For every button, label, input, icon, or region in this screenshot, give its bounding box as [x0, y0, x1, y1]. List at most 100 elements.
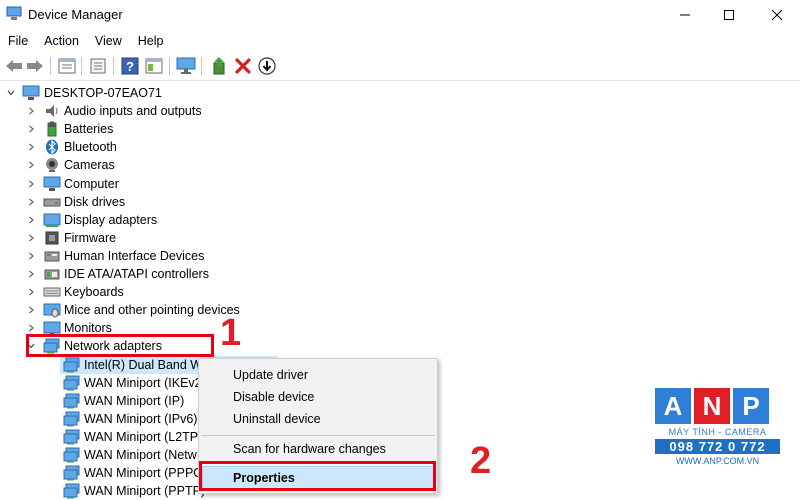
- tree-category-label: Batteries: [64, 122, 114, 137]
- tree-category[interactable]: Keyboards: [0, 283, 300, 301]
- annotation-box-properties: [199, 461, 436, 491]
- network-adapter-label: WAN Miniport (IPv6): [84, 411, 198, 426]
- mouse-icon: [43, 303, 61, 318]
- annotation-step-2: 2: [470, 440, 492, 482]
- forward-button[interactable]: [25, 56, 45, 76]
- tree-root[interactable]: DESKTOP-07EAO71: [0, 84, 300, 102]
- toolbar-separator: [169, 57, 170, 75]
- tree-category-label: Display adapters: [64, 212, 158, 227]
- menu-file[interactable]: File: [0, 31, 36, 51]
- watermark-tagline: MÁY TÍNH - CAMERA: [668, 427, 767, 437]
- chevron-right-icon[interactable]: [26, 251, 36, 261]
- tree-category[interactable]: Audio inputs and outputs: [0, 102, 300, 120]
- tree-category[interactable]: Batteries: [0, 120, 300, 138]
- window-title: Device Manager: [28, 7, 123, 22]
- computer-icon: [43, 176, 61, 191]
- minimize-icon: [680, 14, 690, 15]
- tree-category[interactable]: IDE ATA/ATAPI controllers: [0, 265, 300, 283]
- display-adapter-icon: [43, 213, 61, 227]
- tree-root-label: DESKTOP-07EAO71: [44, 86, 162, 100]
- chevron-right-icon[interactable]: [26, 179, 36, 189]
- network-adapter-label: WAN Miniport (Netw: [84, 448, 197, 462]
- chevron-right-icon[interactable]: [26, 287, 36, 297]
- tree-category[interactable]: Human Interface Devices: [0, 247, 300, 265]
- network-adapter-label: WAN Miniport (PPTP): [84, 484, 206, 499]
- computer-list-toolbar-button[interactable]: [88, 56, 108, 76]
- network-adapter-icon: [63, 375, 80, 391]
- tree-category[interactable]: Computer: [0, 175, 300, 193]
- toolbar: ?: [0, 51, 800, 81]
- chevron-right-icon[interactable]: [26, 106, 36, 116]
- download-icon: [258, 57, 276, 75]
- chevron-right-icon[interactable]: [26, 124, 36, 134]
- chevron-right-icon[interactable]: [26, 215, 36, 225]
- device-manager-icon: [6, 6, 22, 20]
- tree-category[interactable]: Mice and other pointing devices: [0, 301, 300, 319]
- tree-category[interactable]: Display adapters: [0, 211, 300, 229]
- uninstall-toolbar-button[interactable]: [233, 56, 253, 76]
- tree-category-label: IDE ATA/ATAPI controllers: [64, 267, 209, 281]
- menu-help[interactable]: Help: [130, 31, 172, 51]
- chevron-right-icon[interactable]: [26, 197, 36, 207]
- download-toolbar-button[interactable]: [257, 56, 277, 76]
- close-button[interactable]: [754, 0, 800, 29]
- back-button[interactable]: [4, 56, 24, 76]
- network-adapter-icon: [63, 465, 80, 481]
- disk-drive-icon: [43, 198, 61, 207]
- tree-category-label: Cameras: [64, 158, 115, 173]
- context-update-driver[interactable]: Update driver: [233, 368, 308, 382]
- minimize-button[interactable]: [662, 0, 708, 29]
- network-adapter-label: WAN Miniport (IKEv2: [84, 375, 202, 390]
- network-adapter-icon: [63, 411, 80, 427]
- view-toolbar-button[interactable]: [144, 56, 164, 76]
- tree-category[interactable]: Disk drives: [0, 193, 300, 211]
- toolbar-separator: [201, 57, 202, 75]
- scan-toolbar-button[interactable]: [176, 56, 196, 76]
- computer-icon: [22, 85, 40, 100]
- tree-category[interactable]: Bluetooth: [0, 138, 300, 156]
- chevron-down-icon[interactable]: [6, 88, 16, 98]
- help-icon: ?: [121, 57, 139, 75]
- annotation-step-1: 1: [220, 312, 242, 354]
- camera-icon: [46, 158, 58, 173]
- chevron-right-icon[interactable]: [26, 142, 36, 152]
- update-driver-icon: [213, 57, 225, 75]
- tree-category[interactable]: Firmware: [0, 229, 300, 247]
- chevron-right-icon[interactable]: [26, 160, 36, 170]
- network-adapter-icon: [63, 429, 80, 445]
- title-bar: Device Manager: [0, 0, 800, 29]
- toolbar-separator: [81, 57, 82, 75]
- tree-category[interactable]: Cameras: [0, 156, 300, 174]
- properties-toolbar-button[interactable]: [57, 56, 77, 76]
- update-driver-toolbar-button[interactable]: [209, 56, 229, 76]
- menu-view[interactable]: View: [87, 31, 130, 51]
- close-icon: [771, 9, 783, 20]
- maximize-icon: [724, 9, 734, 20]
- menu-action[interactable]: Action: [36, 31, 87, 51]
- chevron-right-icon[interactable]: [26, 269, 36, 279]
- back-arrow-icon: [6, 60, 22, 72]
- context-disable-device[interactable]: Disable device: [233, 390, 314, 404]
- tree-category-label: Mice and other pointing devices: [64, 303, 240, 318]
- tree-category-label: Audio inputs and outputs: [64, 104, 202, 119]
- maximize-button[interactable]: [706, 0, 752, 29]
- toolbar-separator: [113, 57, 114, 75]
- anp-watermark: A N P MÁY TÍNH - CAMERA 098 772 0 772 WW…: [655, 388, 780, 466]
- network-adapter-icon: [63, 483, 80, 499]
- menu-bar: File Action View Help: [0, 31, 172, 51]
- properties-sheet-icon: [58, 58, 76, 74]
- context-uninstall-device[interactable]: Uninstall device: [233, 412, 321, 426]
- network-adapter-label: WAN Miniport (PPPO: [84, 466, 204, 481]
- context-menu-separator: [201, 435, 435, 436]
- battery-icon: [47, 121, 57, 137]
- help-toolbar-button[interactable]: ?: [120, 56, 140, 76]
- anp-logo: A N P: [655, 388, 780, 424]
- bluetooth-icon: [46, 139, 58, 155]
- monitor-icon: [176, 57, 196, 74]
- chevron-right-icon[interactable]: [26, 233, 36, 243]
- chevron-right-icon[interactable]: [26, 305, 36, 315]
- chevron-right-icon[interactable]: [26, 323, 36, 333]
- tree-category-label: Keyboards: [64, 285, 124, 300]
- context-scan-hardware[interactable]: Scan for hardware changes: [233, 442, 386, 456]
- firmware-icon: [45, 231, 59, 245]
